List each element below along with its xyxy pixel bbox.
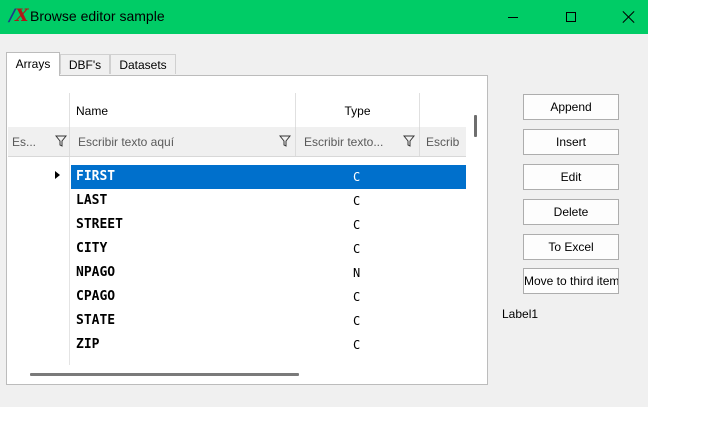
close-button[interactable] xyxy=(606,0,652,34)
grid-rows: FIRST C LAST C STREET C CITY C NPAGO N CPAGO C… xyxy=(71,165,466,357)
cell-type: C xyxy=(353,194,361,208)
cell-name: ZIP xyxy=(76,337,100,352)
cell-name: STREET xyxy=(76,217,123,232)
edit-button[interactable]: Edit xyxy=(523,164,619,190)
minimize-icon xyxy=(508,16,518,18)
horizontal-scrollbar[interactable] xyxy=(30,373,299,376)
tab-dbfs[interactable]: DBF's xyxy=(60,54,110,74)
move-to-third-item-button[interactable]: Move to third item xyxy=(523,268,619,294)
table-row[interactable]: CPAGO C xyxy=(71,285,466,309)
minimize-button[interactable] xyxy=(490,0,536,34)
vertical-scrollbar[interactable] xyxy=(474,115,477,137)
grid-header: Name Type xyxy=(8,93,466,127)
row-indicator-column xyxy=(8,157,70,365)
current-row-pointer-icon xyxy=(55,171,60,179)
header-indicator xyxy=(8,93,70,127)
cell-type: C xyxy=(353,218,361,232)
cell-type: C xyxy=(353,290,361,304)
filter-type-input[interactable]: Escribir texto... xyxy=(304,135,383,149)
cell-name: NPAGO xyxy=(76,265,116,280)
insert-button[interactable]: Insert xyxy=(523,129,619,155)
header-name[interactable]: Name xyxy=(70,93,296,127)
window-title: Browse editor sample xyxy=(30,8,165,24)
filter-indicator[interactable]: Es... xyxy=(8,127,70,156)
table-row[interactable]: FIRST C xyxy=(71,165,466,189)
delete-button[interactable]: Delete xyxy=(523,199,619,225)
app-window: /X Browse editor sample Arrays DBF's Dat… xyxy=(0,0,648,407)
filter-name-input[interactable]: Escribir texto aquí xyxy=(78,135,174,149)
table-row[interactable]: STREET C xyxy=(71,213,466,237)
cell-type: C xyxy=(353,314,361,328)
table-row[interactable]: NPAGO N xyxy=(71,261,466,285)
cell-type: N xyxy=(353,266,361,280)
app-icon: /X xyxy=(9,6,29,26)
filter-indicator-text: Es... xyxy=(12,135,37,149)
to-excel-button[interactable]: To Excel xyxy=(523,234,619,260)
maximize-button[interactable] xyxy=(548,0,594,34)
header-type[interactable]: Type xyxy=(296,93,420,127)
cell-type: C xyxy=(353,242,361,256)
cell-type: C xyxy=(353,170,361,184)
cell-name: FIRST xyxy=(76,169,116,184)
cell-name: CITY xyxy=(76,241,108,256)
header-extra xyxy=(420,93,466,127)
filter-icon[interactable] xyxy=(54,134,68,148)
title-bar[interactable]: /X Browse editor sample xyxy=(0,0,648,34)
cell-type: C xyxy=(353,338,361,352)
close-icon xyxy=(623,11,635,23)
filter-icon[interactable] xyxy=(278,134,292,148)
table-row[interactable]: ZIP C xyxy=(71,333,466,357)
cell-name: CPAGO xyxy=(76,289,116,304)
table-row[interactable]: CITY C xyxy=(71,237,466,261)
table-row[interactable]: LAST C xyxy=(71,189,466,213)
filter-row: Es... Escribir texto aquí Escribir texto… xyxy=(8,127,466,157)
maximize-icon xyxy=(566,12,576,22)
browse-grid[interactable]: Name Type Es... Escribir texto aquí Escr… xyxy=(8,93,466,365)
filter-extra-input[interactable]: Escrib xyxy=(426,135,459,149)
append-button[interactable]: Append xyxy=(523,94,619,120)
tab-datasets[interactable]: Datasets xyxy=(110,54,176,74)
filter-extra[interactable]: Escrib xyxy=(420,127,466,156)
label1: Label1 xyxy=(502,307,539,321)
filter-type[interactable]: Escribir texto... xyxy=(296,127,420,156)
cell-name: LAST xyxy=(76,193,108,208)
cell-name: STATE xyxy=(76,313,116,328)
tab-arrays[interactable]: Arrays xyxy=(6,52,60,76)
filter-name[interactable]: Escribir texto aquí xyxy=(70,127,296,156)
table-row[interactable]: STATE C xyxy=(71,309,466,333)
filter-icon[interactable] xyxy=(402,134,416,148)
